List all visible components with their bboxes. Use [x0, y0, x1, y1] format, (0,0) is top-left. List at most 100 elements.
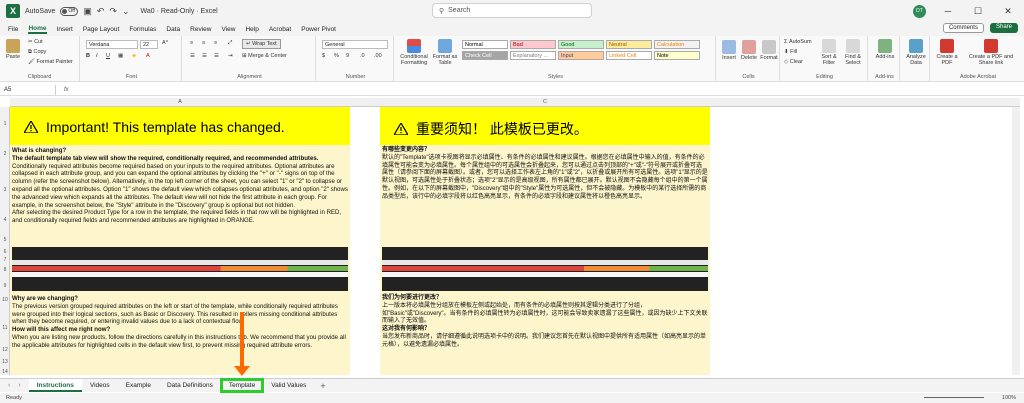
maximize-icon[interactable]: ☐ — [970, 6, 986, 17]
sheet-tab-data-definitions[interactable]: Data Definitions — [159, 379, 221, 392]
row-header[interactable]: 7 — [0, 257, 10, 263]
zoom-slider[interactable] — [924, 397, 984, 398]
percent-icon[interactable]: % — [334, 53, 339, 59]
row-header[interactable]: 6 — [0, 249, 10, 255]
font-size-select[interactable]: 22 — [140, 40, 158, 49]
row-header[interactable]: 11 — [0, 325, 10, 331]
orientation-icon[interactable]: ⤢ — [228, 40, 232, 46]
fill-color-icon[interactable]: ◈ — [132, 53, 136, 59]
addins-button[interactable]: Add-ins — [872, 39, 898, 60]
comments-button[interactable]: Comments — [942, 23, 984, 33]
decrease-decimal-icon[interactable]: .00 — [374, 53, 382, 59]
cell-style-normal[interactable]: Normal — [462, 40, 508, 49]
tab-formulas[interactable]: Formulas — [129, 26, 156, 33]
format-as-table-button[interactable]: Format as Table — [432, 39, 458, 66]
avatar[interactable]: DT — [913, 4, 926, 18]
cell-style-neutral[interactable]: Neutral — [606, 40, 652, 49]
prev-sheet-icon[interactable]: ‹ — [8, 382, 10, 389]
merge-center-button[interactable]: ⊞ Merge & Center — [242, 53, 287, 59]
tab-home[interactable]: Home — [28, 25, 47, 34]
create-pdf-button[interactable]: Create a PDF — [934, 39, 960, 66]
sheet-tab-example[interactable]: Example — [118, 379, 159, 392]
sheet-tab-template[interactable]: Template — [219, 378, 265, 393]
font-name-select[interactable]: Verdana — [86, 40, 138, 49]
tab-review[interactable]: Review — [190, 26, 211, 33]
number-format-select[interactable]: General — [322, 40, 388, 49]
wrap-text-button[interactable]: ↵ Wrap Text — [242, 39, 281, 49]
comma-icon[interactable]: 9 — [346, 53, 349, 59]
grow-font-icon[interactable]: A^ — [162, 40, 168, 46]
cell-style-check-cell[interactable]: Check Cell — [462, 51, 508, 60]
insert-cells-button[interactable]: Insert — [720, 40, 738, 61]
currency-icon[interactable]: $ — [322, 53, 325, 59]
underline-icon[interactable]: U — [106, 53, 110, 59]
tab-file[interactable]: File — [8, 26, 18, 33]
align-center-icon[interactable]: ☰ — [202, 53, 207, 59]
add-sheet-icon[interactable]: + — [320, 381, 325, 391]
sheet-tab-instructions[interactable]: Instructions — [28, 379, 82, 392]
fill-button[interactable]: ⬇ Fill — [784, 49, 797, 55]
vertical-scrollbar[interactable] — [1012, 107, 1020, 375]
tab-data[interactable]: Data — [166, 26, 180, 33]
font-color-icon[interactable]: A — [146, 53, 150, 59]
sort-filter-button[interactable]: Sort & Filter — [818, 39, 840, 66]
autosave-toggle[interactable]: Off — [60, 6, 79, 16]
format-cells-button[interactable]: Format — [760, 40, 778, 61]
row-header[interactable]: 4 — [0, 217, 10, 223]
format-painter-button[interactable]: 🖌 Format Painter — [28, 59, 73, 65]
undo-icon[interactable]: ↶ — [97, 6, 105, 17]
autosum-button[interactable]: Σ AutoSum — [784, 39, 812, 45]
borders-icon[interactable]: ▦ — [118, 53, 123, 59]
row-header[interactable]: 14 — [0, 369, 10, 375]
zoom-level[interactable]: 100% — [1002, 393, 1016, 403]
conditional-formatting-button[interactable]: Conditional Formatting — [398, 39, 430, 66]
tab-acrobat[interactable]: Acrobat — [269, 26, 291, 33]
italic-icon[interactable]: I — [96, 53, 98, 59]
align-left-icon[interactable]: ☰ — [190, 53, 195, 59]
row-header[interactable]: 5 — [0, 237, 10, 243]
row-header[interactable]: 3 — [0, 187, 10, 193]
search-input[interactable]: ⚲ Search — [432, 3, 592, 18]
column-a-header[interactable]: A — [10, 98, 350, 107]
row-header[interactable]: 8 — [0, 267, 10, 273]
clear-button[interactable]: ◇ Clear — [784, 59, 803, 65]
align-middle-icon[interactable]: ≡ — [202, 40, 205, 46]
row-header[interactable]: 12 — [0, 347, 10, 353]
copy-button[interactable]: ⧉ Copy — [28, 49, 46, 55]
name-box[interactable]: A5 — [0, 84, 56, 95]
align-top-icon[interactable]: ≡ — [190, 40, 193, 46]
sheet-tab-videos[interactable]: Videos — [82, 379, 118, 392]
cell-style-good[interactable]: Good — [558, 40, 604, 49]
align-bottom-icon[interactable]: ≡ — [214, 40, 217, 46]
tab-insert[interactable]: Insert — [57, 26, 73, 33]
tab-power-pivot[interactable]: Power Pivot — [301, 26, 336, 33]
tab-view[interactable]: View — [221, 26, 235, 33]
redo-icon[interactable]: ↷ — [109, 6, 117, 17]
increase-decimal-icon[interactable]: .0 — [360, 53, 365, 59]
next-sheet-icon[interactable]: › — [18, 382, 20, 389]
find-select-button[interactable]: Find & Select — [842, 39, 864, 66]
worksheet[interactable]: Important! This template has changed. 重要… — [10, 107, 1020, 375]
minimize-icon[interactable]: ─ — [940, 6, 956, 16]
cut-button[interactable]: ✂ Cut — [28, 39, 43, 45]
cell-style-calculation[interactable]: Calculation — [654, 40, 700, 49]
fx-icon[interactable]: fx — [64, 87, 69, 93]
cell-style-explanatory[interactable]: Explanatory ... — [510, 51, 556, 60]
row-header[interactable]: 10 — [0, 297, 10, 303]
tab-help[interactable]: Help — [245, 26, 258, 33]
share-button[interactable]: Share — [989, 23, 1018, 33]
analyze-data-button[interactable]: Analyze Data — [904, 39, 928, 66]
bold-icon[interactable]: B — [86, 53, 90, 59]
cell-style-bad[interactable]: Bad — [510, 40, 556, 49]
row-header[interactable]: 1 — [0, 121, 10, 127]
cell-style-note[interactable]: Note — [654, 51, 700, 60]
delete-cells-button[interactable]: Delete — [740, 40, 758, 61]
more-icon[interactable]: ⌄ — [122, 6, 130, 17]
close-icon[interactable]: ✕ — [1000, 6, 1016, 17]
sheet-tab-valid-values[interactable]: Valid Values — [263, 379, 314, 392]
cell-style-input[interactable]: Input — [558, 51, 604, 60]
tab-page-layout[interactable]: Page Layout — [83, 26, 120, 33]
column-c-header[interactable]: C — [380, 98, 710, 107]
paste-button[interactable]: Paste — [4, 39, 22, 60]
cell-style-linked-cell[interactable]: Linked Cell — [606, 51, 652, 60]
